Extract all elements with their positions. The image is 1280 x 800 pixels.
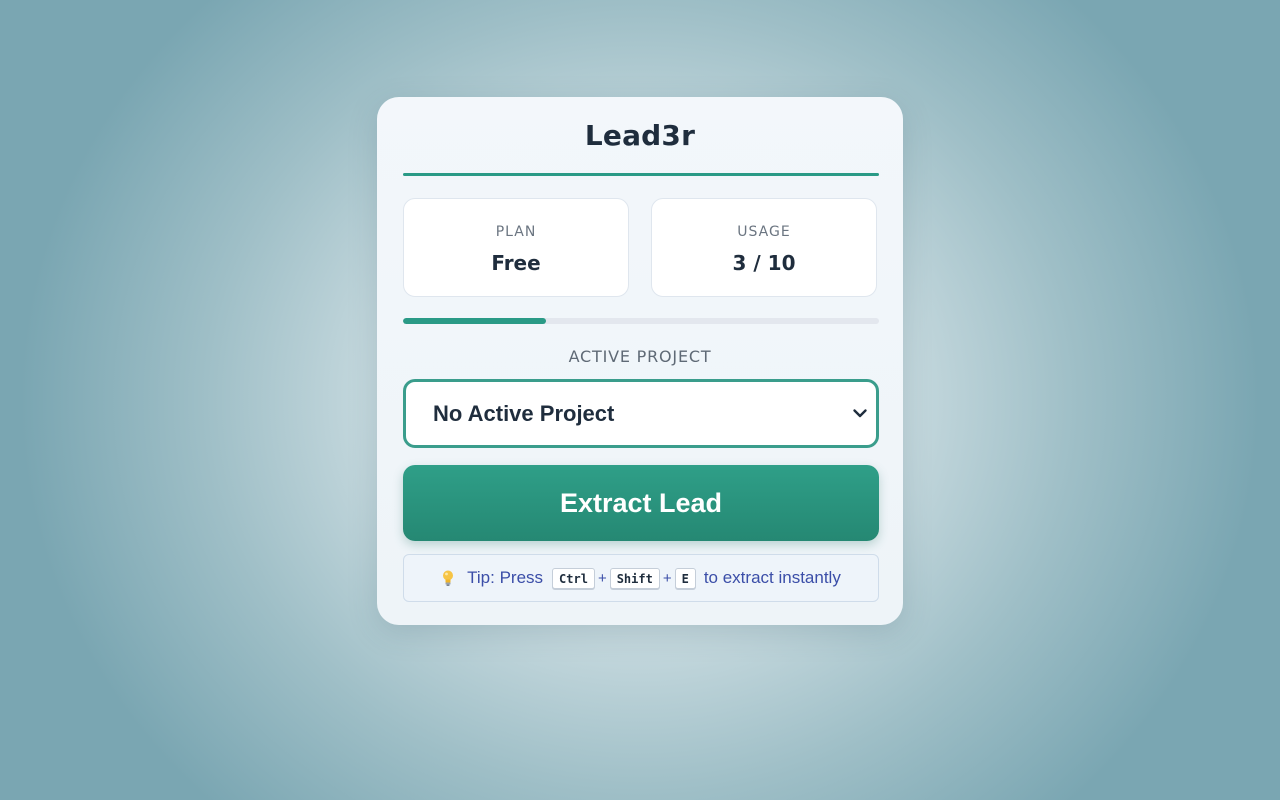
shortcut-tip: Tip: Press Ctrl + Shift + E to extract i… — [403, 554, 879, 602]
kbd-ctrl: Ctrl — [552, 567, 595, 589]
extension-popup-card: Lead3r PLAN Free USAGE 3 / 10 ACTIVE PRO… — [377, 97, 903, 625]
plan-label: PLAN — [495, 224, 537, 240]
tip-prefix: Tip: Press — [467, 568, 544, 587]
usage-stat-card: USAGE 3 / 10 — [651, 198, 877, 297]
app-title: Lead3r — [584, 119, 696, 152]
extract-lead-button[interactable]: Extract Lead — [403, 465, 879, 541]
usage-progress-fill — [403, 318, 546, 324]
active-project-select[interactable]: No Active Project — [403, 379, 879, 448]
kbd-e: E — [674, 567, 696, 589]
usage-label: USAGE — [737, 224, 791, 240]
lightbulb-icon — [441, 569, 455, 587]
active-project-label: ACTIVE PROJECT — [568, 347, 712, 366]
plan-stat-card: PLAN Free — [403, 198, 629, 297]
usage-value: 3 / 10 — [732, 251, 796, 275]
tip-suffix: to extract instantly — [703, 568, 841, 587]
plan-value: Free — [491, 251, 541, 275]
usage-progress-bar — [403, 318, 879, 324]
title-underline — [403, 173, 879, 176]
chevron-down-icon — [853, 409, 867, 418]
active-project-selected-value: No Active Project — [433, 401, 615, 426]
kbd-shift: Shift — [609, 567, 660, 589]
kbd-plus-1: + — [597, 569, 607, 587]
kbd-plus-2: + — [662, 569, 672, 587]
